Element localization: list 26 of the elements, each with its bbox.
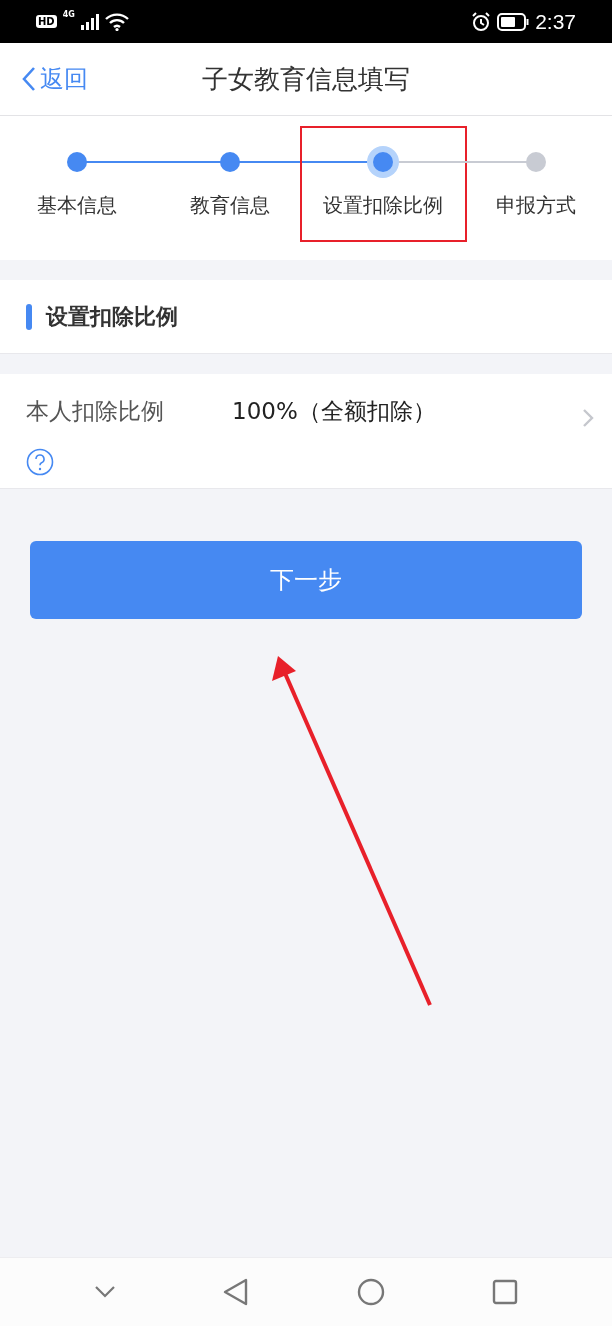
network-type: 4G: [62, 10, 75, 19]
signal-icon: [80, 13, 99, 30]
home-icon[interactable]: [356, 1278, 385, 1306]
battery-icon: [497, 12, 530, 31]
step-label: 基本信息: [36, 192, 117, 219]
alarm-icon: [471, 11, 492, 32]
step-label: 设置扣除比例: [322, 192, 443, 219]
accent-bar: [26, 303, 32, 330]
chevron-right-icon: [582, 407, 594, 428]
field-value: 100%（全额扣除）: [232, 397, 437, 426]
step-label: 教育信息: [189, 192, 270, 219]
page-title: 子女教育信息填写: [202, 63, 410, 94]
wifi-icon: [104, 12, 129, 31]
deduction-row[interactable]: 本人扣除比例 100%（全额扣除）: [0, 374, 612, 489]
back-button[interactable]: 返回: [22, 63, 88, 95]
hd-badge: HD: [36, 15, 57, 28]
clock-time: 2:37: [535, 9, 576, 34]
back-icon[interactable]: [223, 1278, 250, 1306]
chevron-down-icon[interactable]: [93, 1285, 116, 1299]
step-label: 申报方式: [495, 192, 576, 219]
recents-icon[interactable]: [492, 1279, 519, 1305]
help-icon[interactable]: [26, 447, 54, 476]
section-title: 设置扣除比例: [46, 302, 178, 331]
field-label: 本人扣除比例: [26, 397, 165, 426]
chevron-left-icon: [22, 66, 36, 92]
next-button[interactable]: 下一步: [30, 541, 582, 619]
